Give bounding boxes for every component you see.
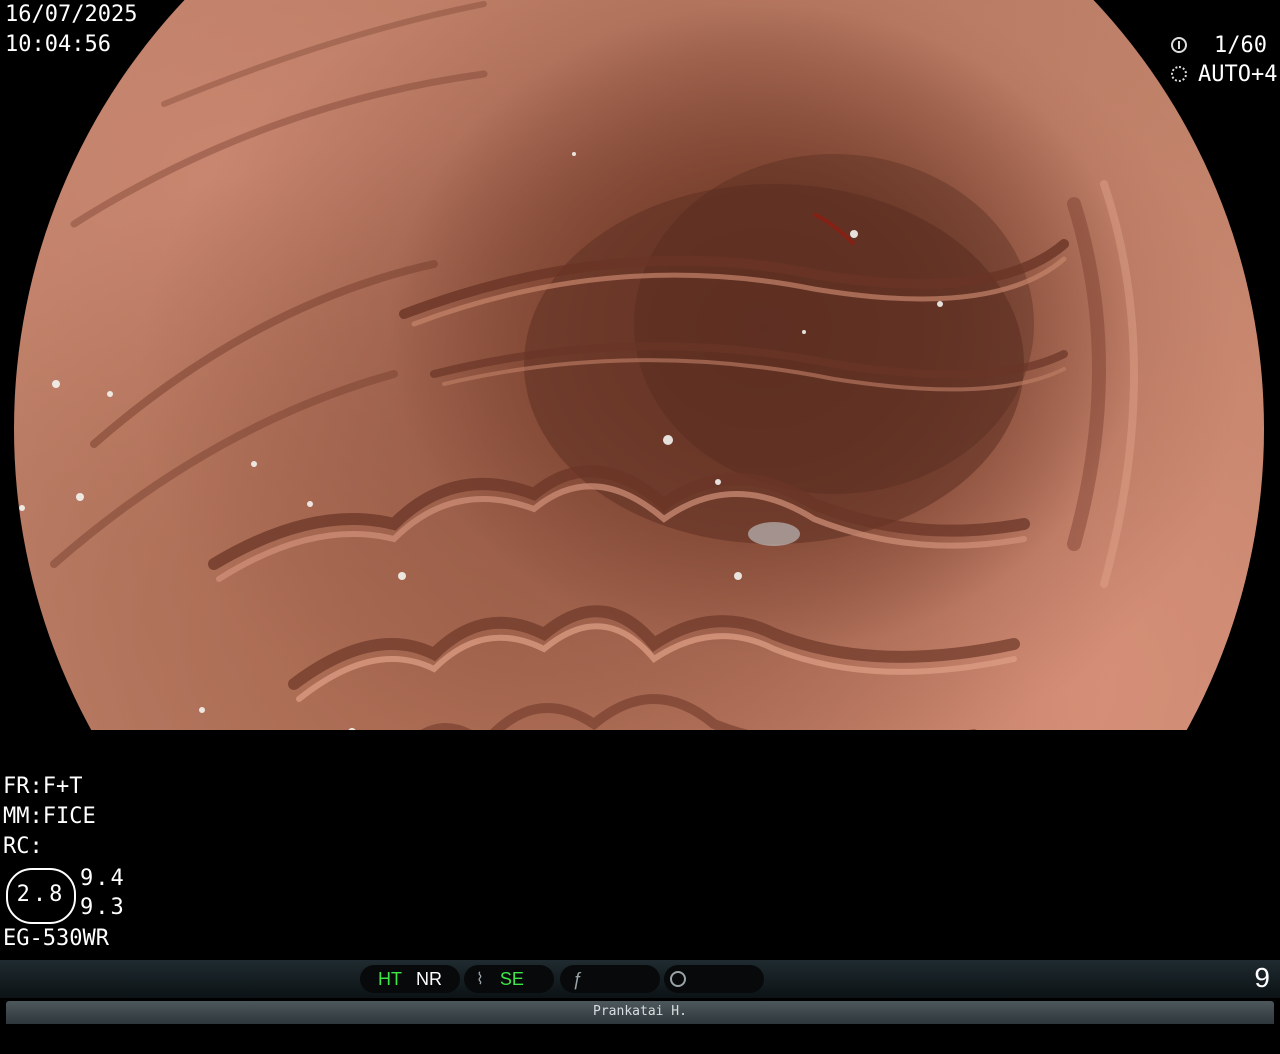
fr-mode-label: FR:F+T (3, 774, 83, 799)
function-pill: ƒ (560, 965, 660, 993)
ht-nr-pill: HT NR (360, 965, 460, 993)
iris-mode-label: AUTO+4 (1198, 62, 1278, 87)
shutter-speed-label: 1/60 (1214, 33, 1267, 58)
camera-mode-icon (670, 971, 686, 987)
mm-mode-label: MM:FICE (3, 804, 96, 829)
function-icon: ƒ (572, 968, 583, 989)
rc-label: RC: (3, 834, 43, 859)
nr-indicator: NR (416, 968, 442, 989)
ring-value-badge: 2.8 (6, 868, 76, 924)
gear-ring-icon (1171, 66, 1187, 82)
date-label: 16/07/2025 (5, 2, 138, 27)
mucosa-folds (19, 1, 1138, 730)
endoscopy-image (14, 0, 1264, 730)
status-bar: HT NR ⌇ SE ƒ 9 (0, 960, 1280, 998)
value-b: 9.3 (80, 895, 126, 920)
operator-name: Prankatai H. (593, 1004, 687, 1019)
scope-model-label: EG-530WR (3, 926, 109, 951)
signal-icon: ⌇ (476, 971, 484, 988)
aperture-icon (1171, 37, 1187, 53)
footer-bar: Prankatai H. (6, 1001, 1274, 1024)
se-pill: ⌇ SE (464, 965, 554, 993)
ring-value: 2.8 (16, 882, 66, 907)
se-indicator: SE (499, 968, 524, 989)
index-number: 9 (1254, 962, 1270, 993)
ht-indicator: HT (378, 968, 402, 989)
time-label: 10:04:56 (5, 32, 111, 57)
camera-mode-pill (664, 965, 764, 993)
value-a: 9.4 (80, 866, 126, 891)
